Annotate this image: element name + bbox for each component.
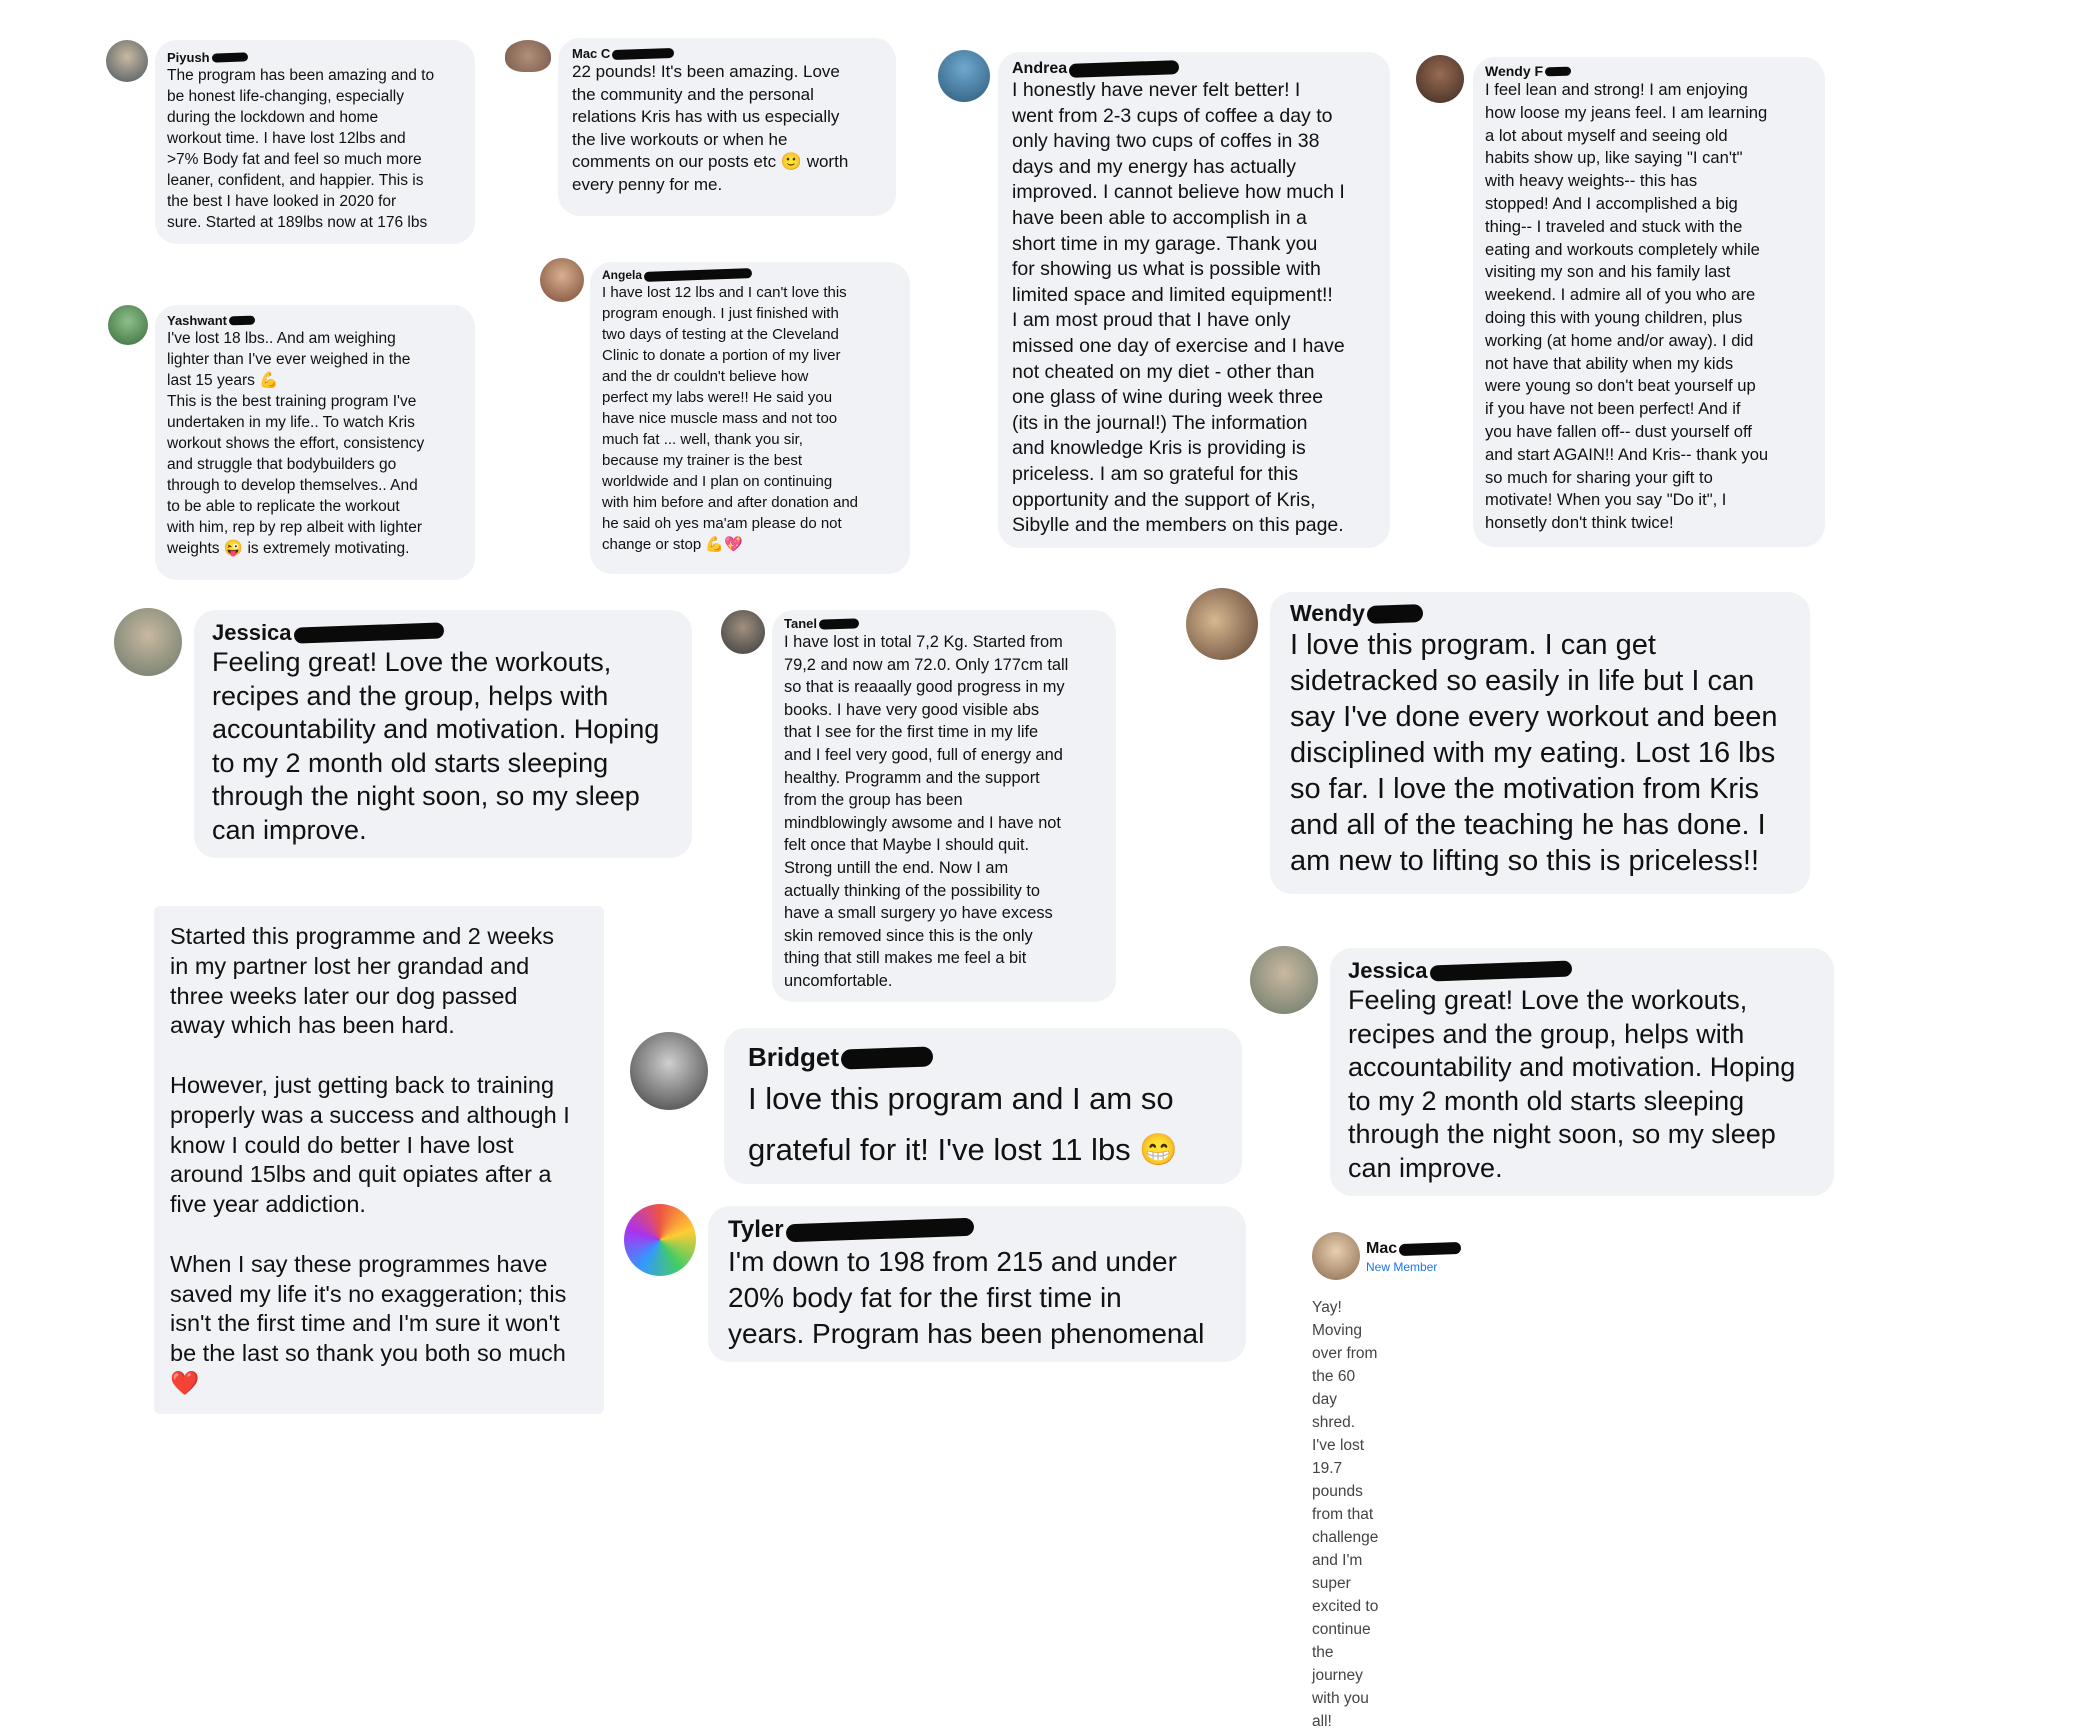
- avatar[interactable]: [114, 608, 182, 676]
- comment-text: I honestly have never felt better! I wen…: [1012, 79, 1345, 537]
- comment-text: I love this program and I am so grateful…: [748, 1081, 1178, 1167]
- comment-bubble: Tyler I'm down to 198 from 215 and under…: [708, 1206, 1246, 1362]
- comment-bubble: Yashwant I've lost 18 lbs.. And am weigh…: [155, 305, 475, 580]
- comment-text: I'm down to 198 from 215 and under 20% b…: [728, 1246, 1205, 1349]
- avatar[interactable]: [624, 1204, 696, 1276]
- comment-bubble: Bridget I love this program and I am so …: [724, 1028, 1242, 1184]
- name-redaction: [1068, 60, 1180, 78]
- commenter-name[interactable]: Tyler: [728, 1216, 1226, 1244]
- commenter-name[interactable]: Mac: [1366, 1240, 1462, 1258]
- comment-bubble: Wendy I love this program. I can get sid…: [1270, 592, 1810, 894]
- name-redaction: [1398, 1241, 1462, 1257]
- name-redaction: [643, 268, 753, 282]
- avatar[interactable]: [630, 1032, 708, 1110]
- commenter-name[interactable]: Mac C: [572, 46, 882, 61]
- commenter-name[interactable]: Piyush: [167, 50, 463, 65]
- commenter-name[interactable]: Yashwant: [167, 313, 463, 328]
- name-redaction: [818, 617, 860, 630]
- comment-text: I have lost 12 lbs and I can't love this…: [602, 284, 859, 553]
- avatar[interactable]: [1416, 55, 1464, 103]
- commenter-name[interactable]: Andrea: [1012, 60, 1376, 78]
- commenter-header: Mac New Member: [1366, 1240, 1462, 1274]
- commenter-name[interactable]: Angela: [602, 268, 898, 282]
- avatar[interactable]: [106, 40, 148, 82]
- name-redaction: [211, 52, 248, 63]
- comment-bubble: Jessica Feeling great! Love the workouts…: [194, 610, 692, 858]
- name-redaction: [840, 1045, 934, 1070]
- comment-text: I have lost in total 7,2 Kg. Started fro…: [784, 633, 1069, 990]
- name-redaction: [228, 315, 256, 326]
- avatar[interactable]: [1186, 588, 1258, 660]
- name-redaction: [293, 622, 444, 644]
- comment-text: Started this programme and 2 weeks in my…: [170, 923, 570, 1396]
- comment-bubble: Tanel I have lost in total 7,2 Kg. Start…: [772, 610, 1116, 1002]
- comment-bubble: Mac C 22 pounds! It's been amazing. Love…: [558, 38, 896, 216]
- avatar[interactable]: [721, 610, 765, 654]
- commenter-name[interactable]: Tanel: [784, 616, 1104, 631]
- name-redaction: [785, 1217, 974, 1243]
- avatar[interactable]: [938, 50, 990, 102]
- avatar[interactable]: [1312, 1232, 1360, 1280]
- comment-bubble: Started this programme and 2 weeks in my…: [154, 906, 604, 1414]
- avatar[interactable]: [1250, 946, 1318, 1014]
- comment-text: I feel lean and strong! I am enjoying ho…: [1485, 80, 1769, 533]
- comment-text: Feeling great! Love the workouts, recipe…: [212, 647, 660, 845]
- comment-text: 22 pounds! It's been amazing. Love the c…: [572, 62, 849, 194]
- comment-text: I've lost 18 lbs.. And am weighing light…: [167, 330, 425, 557]
- comment-bubble: Angela I have lost 12 lbs and I can't lo…: [590, 262, 910, 574]
- name-redaction: [612, 47, 675, 60]
- name-redaction: [1544, 66, 1572, 76]
- comment-text: The program has been amazing and to be h…: [167, 67, 435, 231]
- commenter-name[interactable]: Wendy F: [1485, 63, 1813, 79]
- avatar[interactable]: [540, 258, 584, 302]
- avatar[interactable]: [505, 40, 551, 72]
- comment-text: I love this program. I can get sidetrack…: [1290, 629, 1778, 877]
- comment-text: Yay! Moving over from the 60 day shred. …: [1312, 1299, 1379, 1730]
- comment-bubble: Wendy F I feel lean and strong! I am enj…: [1473, 57, 1825, 547]
- comment-bubble: Andrea I honestly have never felt better…: [998, 52, 1390, 548]
- commenter-name[interactable]: Jessica: [1348, 958, 1816, 984]
- commenter-name[interactable]: Jessica: [212, 620, 674, 646]
- comment-bubble: Piyush The program has been amazing and …: [155, 40, 475, 244]
- comment-text: Feeling great! Love the workouts, recipe…: [1348, 985, 1796, 1183]
- commenter-name[interactable]: Bridget: [748, 1042, 1218, 1073]
- avatar[interactable]: [108, 305, 148, 345]
- comment-bubble: Jessica Feeling great! Love the workouts…: [1330, 948, 1834, 1196]
- name-redaction: [1429, 960, 1572, 982]
- member-badge: New Member: [1366, 1260, 1438, 1274]
- commenter-name[interactable]: Wendy: [1290, 600, 1790, 627]
- name-redaction: [1366, 603, 1424, 624]
